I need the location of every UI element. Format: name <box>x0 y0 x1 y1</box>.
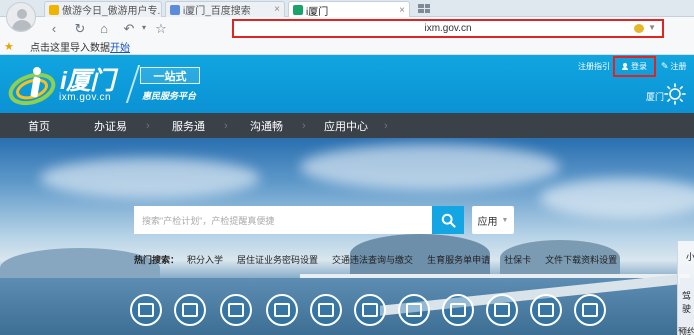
browser-tab-strip: 傲游今日_傲游用户专... × i厦门_百度搜索 × i厦门 × <box>0 0 694 18</box>
city-name[interactable]: 厦门 <box>646 90 664 103</box>
star-icon[interactable]: ☆ <box>153 20 169 36</box>
cloud <box>40 158 260 198</box>
back-icon[interactable]: ‹ <box>46 20 62 36</box>
browser-toolbar: ‹ ↻ ⌂ ↶ ▾ ☆ ixm.gov.cn ▼ <box>0 17 694 39</box>
register-label: 注册 <box>670 62 687 71</box>
service-education-icon[interactable] <box>354 294 386 326</box>
user-icon <box>622 63 628 70</box>
hot-search-item[interactable]: 交通违法查询与缴交 <box>332 253 413 266</box>
service-housing-icon[interactable] <box>398 294 430 326</box>
chevron-right-icon: › <box>224 120 228 132</box>
slogan-subtitle: 惠民服务平台 <box>142 91 197 101</box>
cloud <box>540 178 694 218</box>
reload-icon[interactable]: ↻ <box>72 20 88 36</box>
green-leaf-icon <box>293 5 303 15</box>
tab-title: 傲游今日_傲游用户专... <box>62 6 162 17</box>
close-icon[interactable]: × <box>270 4 280 15</box>
yellow-square-icon <box>49 4 59 15</box>
tab-title: i厦门_百度搜索 <box>183 6 251 17</box>
side-panel[interactable]: 小 驾驶 预约挂号 <box>677 241 694 335</box>
close-icon[interactable]: × <box>395 5 405 16</box>
cloud <box>300 144 560 190</box>
user-avatar-icon[interactable] <box>6 2 36 32</box>
chevron-down-icon[interactable]: ▾ <box>136 20 152 36</box>
browser-tab[interactable]: i厦门_百度搜索 × <box>165 1 285 17</box>
hot-search-label: 热门搜索： <box>134 254 180 265</box>
extension-icon[interactable] <box>634 24 644 33</box>
browser-tab[interactable]: 傲游今日_傲游用户专... × <box>44 1 162 17</box>
hot-search-row: 热门搜索： 积分入学 居住证业务密码设置 交通违法查询与缴交 生育服务单申请 社… <box>134 252 631 266</box>
chevron-right-icon: › <box>146 120 150 132</box>
blue-paw-icon <box>170 4 180 15</box>
service-family-icon[interactable] <box>530 294 562 326</box>
undo-icon[interactable]: ↶ <box>121 20 137 36</box>
import-start-link[interactable]: 开始 <box>110 39 130 54</box>
home-icon[interactable]: ⌂ <box>96 20 112 36</box>
service-medical-icon[interactable] <box>130 294 162 326</box>
nav-item-communication[interactable]: 沟通畅 <box>250 113 283 138</box>
tab-overview-icon[interactable] <box>418 4 430 13</box>
chevron-down-icon: ▼ <box>501 216 509 224</box>
ixiamen-logo-icon[interactable] <box>8 63 60 107</box>
chevron-right-icon: › <box>302 120 306 132</box>
hot-search-item[interactable]: 文件下载资料设置 <box>545 253 617 266</box>
search-icon <box>441 213 456 228</box>
search-button[interactable] <box>432 206 464 234</box>
side-panel-item[interactable]: 小 <box>686 250 694 263</box>
hot-search-item[interactable]: 积分入学 <box>187 253 223 266</box>
service-travel-icon[interactable] <box>442 294 474 326</box>
hot-search-item[interactable]: 社保卡 <box>504 253 531 266</box>
service-fund-icon[interactable] <box>220 294 252 326</box>
nav-item-certificates[interactable]: 办证易 <box>94 113 127 138</box>
main-nav: 首页 办证易 › 服务通 › 沟通畅 › 应用中心 › <box>0 113 694 138</box>
service-health-icon[interactable] <box>310 294 342 326</box>
browser-tab-active[interactable]: i厦门 × <box>288 1 410 18</box>
service-traffic-icon[interactable] <box>266 294 298 326</box>
chevron-right-icon: › <box>384 120 388 132</box>
app-select[interactable]: 应用 ▼ <box>472 206 514 234</box>
url-text: ixm.gov.cn <box>424 23 472 34</box>
service-culture-icon[interactable] <box>574 294 606 326</box>
site-header: i厦门 ixm.gov.cn 一站式 惠民服务平台 注册指引 登录 ✎ 注册 厦门 <box>0 55 694 113</box>
import-prompt: 点击这里导入数据 <box>30 43 110 54</box>
app-select-label: 应用 <box>477 216 498 228</box>
hot-search-item[interactable]: 居住证业务密码设置 <box>237 253 318 266</box>
bridge <box>300 274 690 278</box>
search-input[interactable]: 搜索"产检计划"，产检提醒真便捷 <box>134 206 432 234</box>
logo-divider <box>125 65 141 103</box>
tab-title: i厦门 <box>306 6 329 18</box>
hot-search-item[interactable]: 生育服务单申请 <box>427 253 490 266</box>
nav-item-services[interactable]: 服务通 <box>172 113 205 138</box>
service-employment-icon[interactable] <box>486 294 518 326</box>
nav-item-app-center[interactable]: 应用中心 <box>324 113 368 138</box>
login-label: 登录 <box>631 62 647 71</box>
nav-item-home[interactable]: 首页 <box>28 113 50 138</box>
login-button[interactable]: 登录 <box>613 56 656 77</box>
logo-domain: ixm.gov.cn <box>59 92 112 103</box>
service-social-security-icon[interactable] <box>174 294 206 326</box>
star-icon: ★ <box>4 41 14 53</box>
side-panel-item[interactable]: 驾驶 <box>682 289 694 315</box>
bookmarks-bar: ★ 点击这里导入数据 开始 <box>0 39 694 55</box>
register-link[interactable]: ✎ 注册 <box>661 61 687 72</box>
chevron-down-icon[interactable]: ▼ <box>648 23 656 32</box>
side-panel-item[interactable]: 预约挂号 <box>678 325 694 335</box>
slogan: 一站式 <box>140 67 200 84</box>
sunny-weather-icon <box>664 83 686 105</box>
address-bar[interactable]: ixm.gov.cn ▼ <box>232 19 664 38</box>
hero-banner: 搜索"产检计划"，产检提醒真便捷 应用 ▼ 热门搜索： 积分入学 居住证业务密码… <box>0 138 694 335</box>
pencil-icon: ✎ <box>661 61 669 71</box>
register-guide-link[interactable]: 注册指引 <box>578 61 610 72</box>
